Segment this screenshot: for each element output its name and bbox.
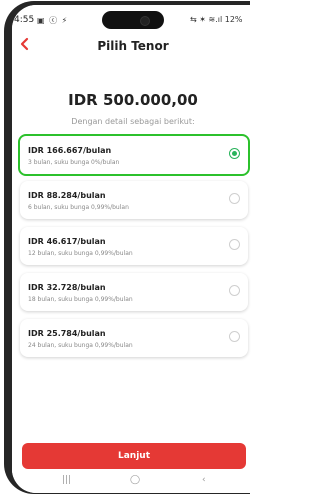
tenor-monthly-amount: IDR 25.784/bulan <box>28 329 106 338</box>
tenor-monthly-amount: IDR 46.617/bulan <box>28 237 106 246</box>
back-icon[interactable]: ‹ <box>202 475 206 485</box>
radio-selected-icon[interactable] <box>229 148 240 159</box>
system-nav-bar: ||| ◯ ‹ <box>12 473 254 493</box>
tenor-option-3[interactable]: IDR 166.667/bulan 3 bulan, suku bunga 0%… <box>18 134 250 176</box>
screen: 4:55 ▣ ⓒ ⚡ ⇆ ✶ ≋.ıl 12% Pilih Tenor IDR … <box>12 5 254 493</box>
recents-icon[interactable]: ||| <box>62 475 71 485</box>
continue-button[interactable]: Lanjut <box>22 443 246 469</box>
tenor-detail: 24 bulan, suku bunga 0,99%/bulan <box>28 342 133 349</box>
status-bar: 4:55 ▣ ⓒ ⚡ ⇆ ✶ ≋.ıl 12% <box>12 5 254 31</box>
radio-unselected-icon[interactable] <box>229 239 240 250</box>
tenor-content: IDR 500.000,00 Dengan detail sebagai ber… <box>12 81 254 481</box>
detail-subtitle: Dengan detail sebagai berikut: <box>71 117 195 126</box>
tenor-option-12[interactable]: IDR 46.617/bulan 12 bulan, suku bunga 0,… <box>20 227 248 265</box>
tenor-monthly-amount: IDR 32.728/bulan <box>28 283 106 292</box>
home-icon[interactable]: ◯ <box>130 475 140 485</box>
tenor-monthly-amount: IDR 88.284/bulan <box>28 191 106 200</box>
bottom-bar: Lanjut ||| ◯ ‹ <box>12 437 254 493</box>
camera-lens-icon <box>140 16 150 26</box>
tenor-option-6[interactable]: IDR 88.284/bulan 6 bulan, suku bunga 0,9… <box>20 181 248 219</box>
tenor-option-18[interactable]: IDR 32.728/bulan 18 bulan, suku bunga 0,… <box>20 273 248 311</box>
radio-unselected-icon[interactable] <box>229 331 240 342</box>
app-header: Pilih Tenor IDR 500.000,00 Dengan detail… <box>12 31 254 481</box>
loan-amount: IDR 500.000,00 <box>68 91 198 109</box>
tenor-option-24[interactable]: IDR 25.784/bulan 24 bulan, suku bunga 0,… <box>20 319 248 357</box>
tenor-detail: 6 bulan, suku bunga 0,99%/bulan <box>28 204 129 211</box>
tenor-detail: 18 bulan, suku bunga 0,99%/bulan <box>28 296 133 303</box>
tenor-detail: 3 bulan, suku bunga 0%/bulan <box>28 159 120 166</box>
notification-icons: ▣ ⓒ ⚡ <box>37 16 69 25</box>
tenor-detail: 12 bulan, suku bunga 0,99%/bulan <box>28 250 133 257</box>
tenor-monthly-amount: IDR 166.667/bulan <box>28 146 112 155</box>
radio-unselected-icon[interactable] <box>229 285 240 296</box>
status-time: 4:55 <box>14 15 35 25</box>
phone-frame: 4:55 ▣ ⓒ ⚡ ⇆ ✶ ≋.ıl 12% Pilih Tenor IDR … <box>4 1 254 494</box>
page-title: Pilih Tenor <box>97 39 169 53</box>
camera-cutout <box>102 11 164 29</box>
system-icons: ⇆ ✶ ≋.ıl 12% <box>190 15 243 24</box>
radio-unselected-icon[interactable] <box>229 193 240 204</box>
